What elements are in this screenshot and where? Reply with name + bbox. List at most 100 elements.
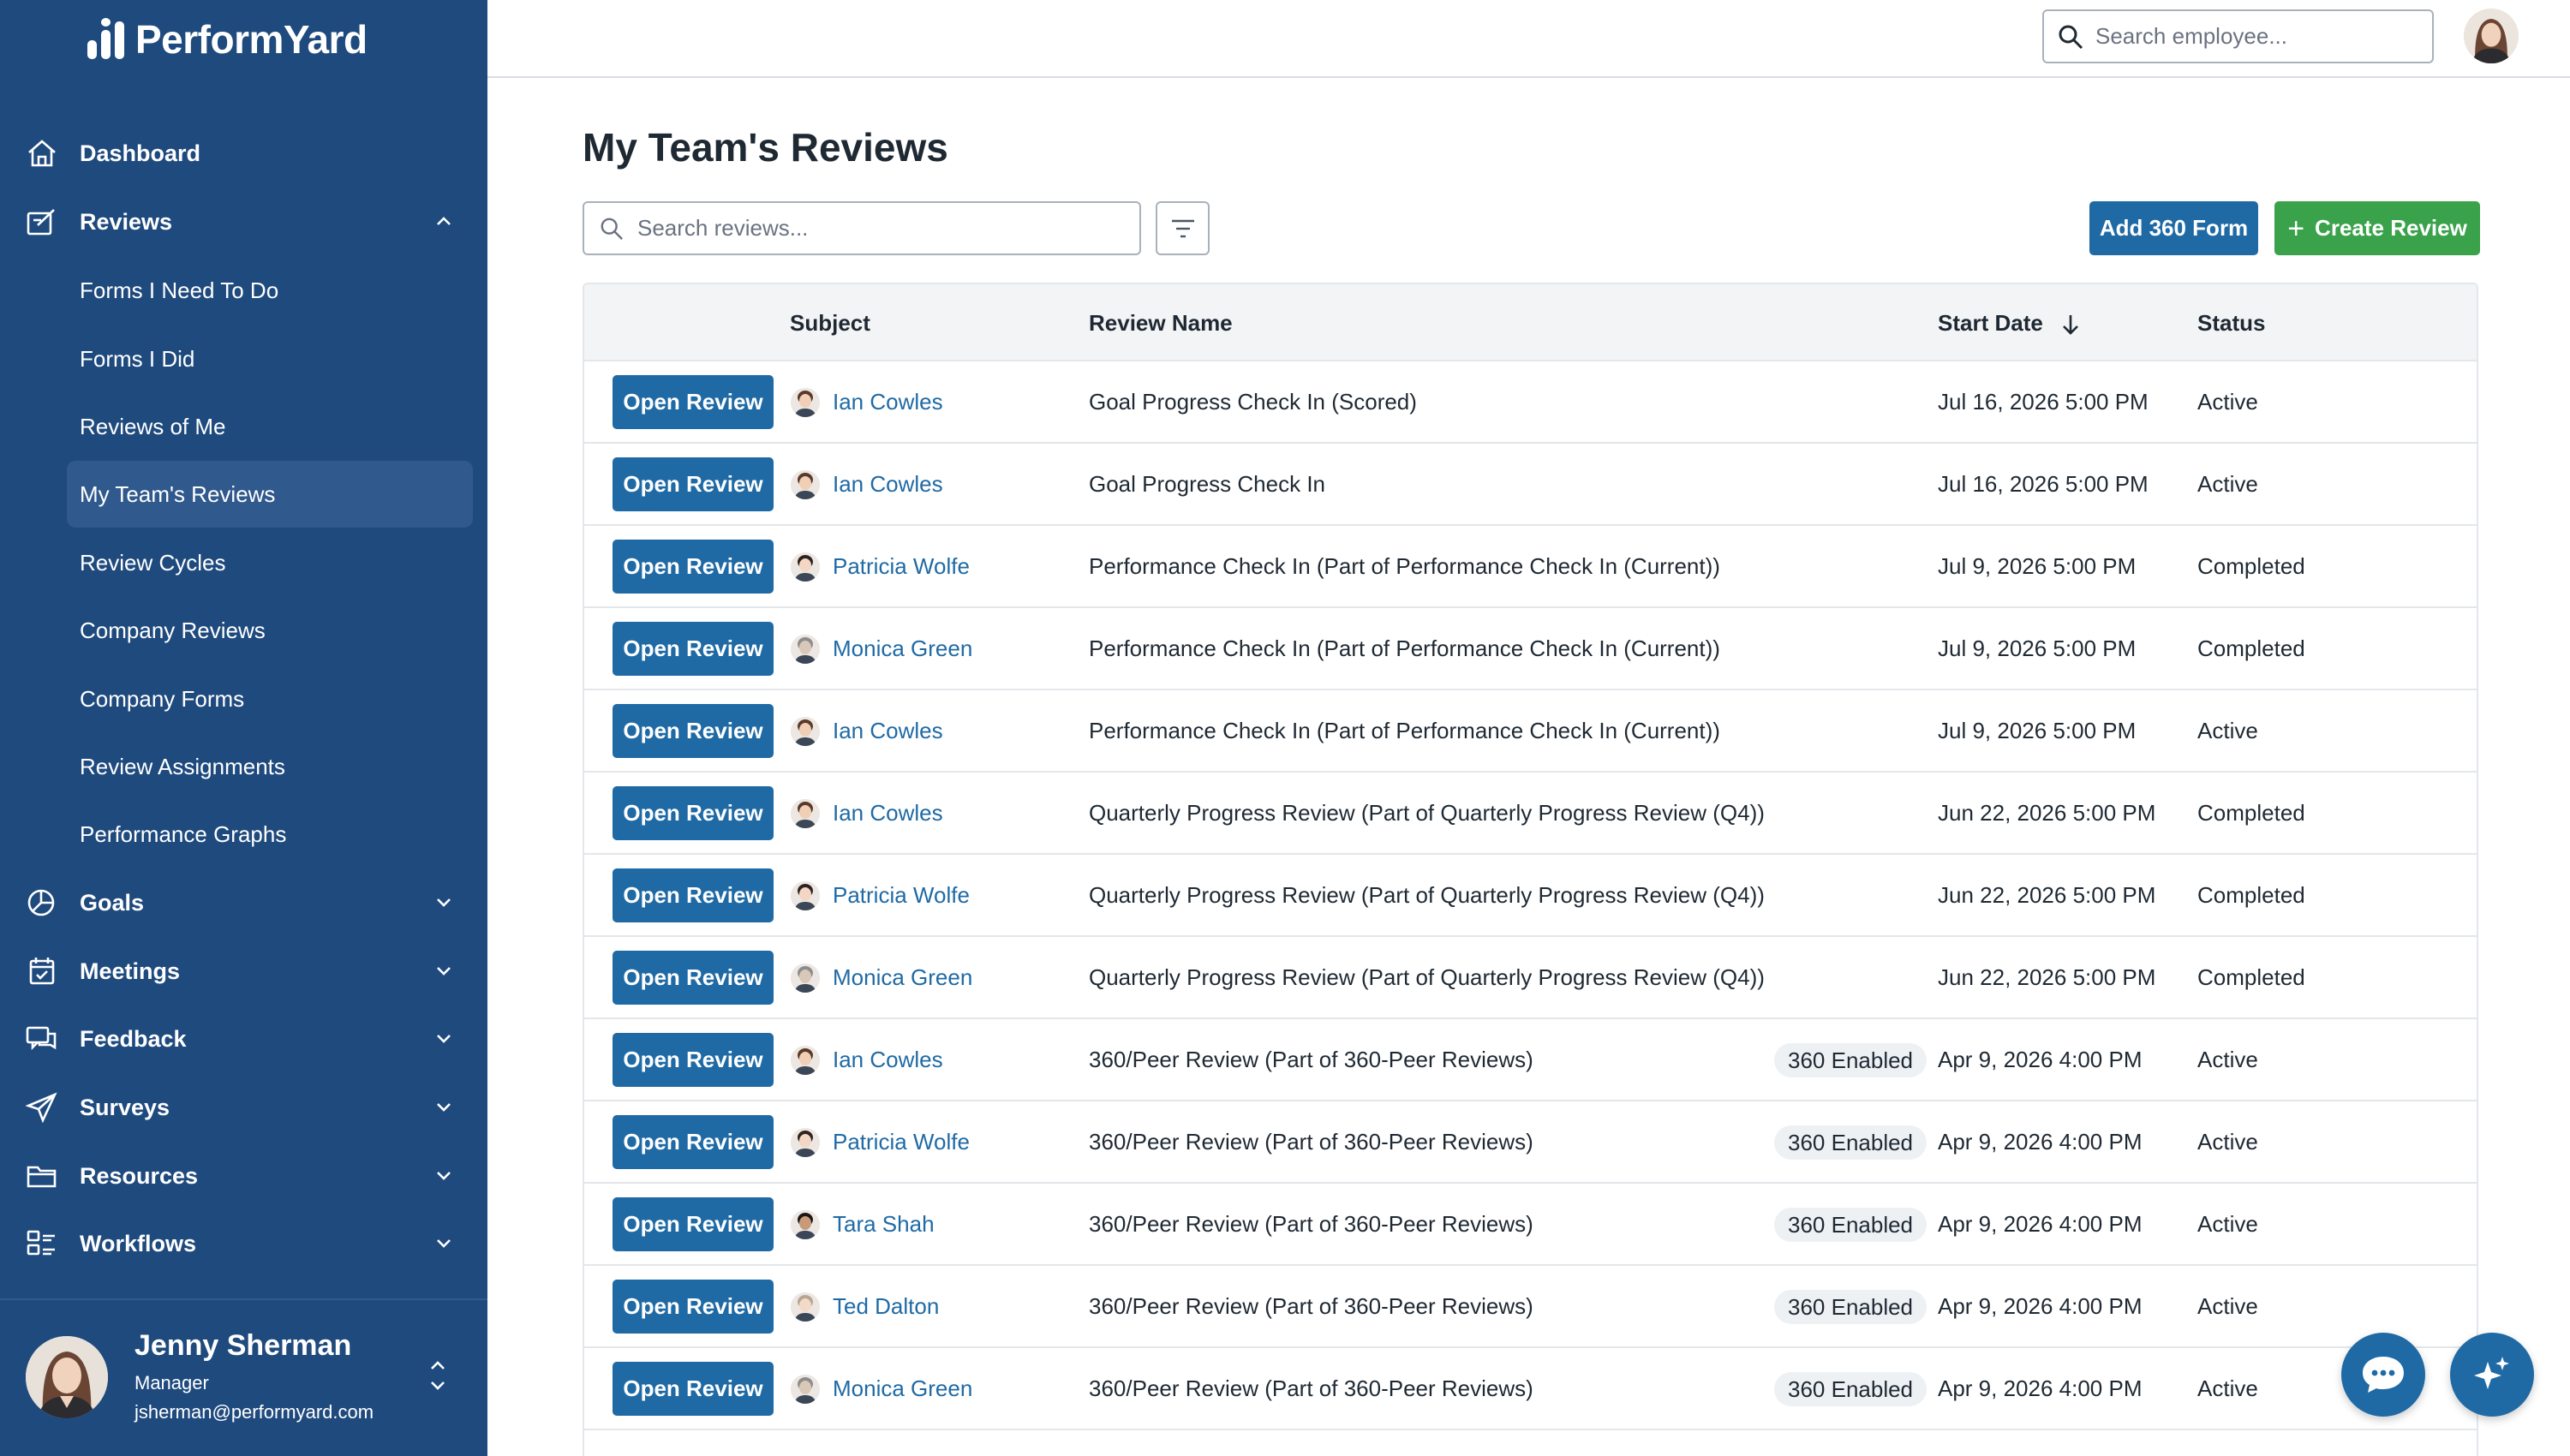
open-review-button[interactable]: Open Review xyxy=(613,1115,774,1169)
review-name: Goal Progress Check In (Scored) xyxy=(1089,389,1417,415)
open-review-button[interactable]: Open Review xyxy=(613,786,774,840)
nav-meetings[interactable]: Meetings xyxy=(0,937,487,1005)
chevron-down-icon[interactable] xyxy=(434,1233,453,1252)
nav-label: Feedback xyxy=(80,1025,187,1052)
nav-resources[interactable]: Resources xyxy=(0,1142,487,1210)
subject-link[interactable]: Ian Cowles xyxy=(833,718,943,744)
avatar[interactable] xyxy=(2464,9,2519,63)
subject-link[interactable]: Patricia Wolfe xyxy=(833,553,970,580)
search-icon xyxy=(601,218,623,240)
subject-link[interactable]: Patricia Wolfe xyxy=(833,1129,970,1155)
create-review-button[interactable]: + Create Review xyxy=(2274,201,2480,255)
open-review-button[interactable]: Open Review xyxy=(613,622,774,676)
nav-label: Resources xyxy=(80,1162,199,1189)
chevron-down-icon[interactable] xyxy=(434,1097,453,1116)
subject-avatar xyxy=(791,799,820,828)
employee-search[interactable] xyxy=(2042,9,2434,63)
review-name: Performance Check In (Part of Performanc… xyxy=(1089,636,1720,661)
subject-link[interactable]: Monica Green xyxy=(833,964,972,991)
review-name: Quarterly Progress Review (Part of Quart… xyxy=(1089,800,1765,826)
start-date: Apr 9, 2026 4:00 PM xyxy=(1938,1047,2143,1072)
subject-avatar xyxy=(791,1046,820,1075)
subject-link[interactable]: Ian Cowles xyxy=(833,800,943,826)
start-date: Jul 9, 2026 5:00 PM xyxy=(1938,553,2137,579)
subject-link[interactable]: Ted Dalton xyxy=(833,1293,939,1320)
sidebar-item-forms-i-did[interactable]: Forms I Did xyxy=(67,325,473,392)
review-name: Performance Check In (Part of Performanc… xyxy=(1089,553,1720,579)
plus-icon: + xyxy=(2287,212,2305,245)
open-review-button[interactable]: Open Review xyxy=(613,868,774,922)
chevron-down-icon[interactable] xyxy=(434,892,453,911)
subject-avatar xyxy=(791,1210,820,1239)
logo[interactable]: PerformYard xyxy=(84,14,368,65)
sidebar-item-review-assignments[interactable]: Review Assignments xyxy=(67,733,473,800)
status: Completed xyxy=(2197,964,2305,990)
nav-workflows[interactable]: Workflows xyxy=(0,1209,487,1278)
filter-icon xyxy=(1171,219,1194,237)
subject-link[interactable]: Patricia Wolfe xyxy=(833,882,970,909)
open-review-button[interactable]: Open Review xyxy=(613,951,774,1005)
open-review-button[interactable]: Open Review xyxy=(613,1033,774,1087)
sort-descending-icon[interactable] xyxy=(2061,313,2080,336)
sidebar-item-forms-i-need-to-do[interactable]: Forms I Need To Do xyxy=(67,257,473,324)
nav-label: Workflows xyxy=(80,1230,197,1256)
open-review-button[interactable]: Open Review xyxy=(613,1280,774,1334)
column-header-subject[interactable]: Subject xyxy=(790,310,870,337)
expand-collapse-icon[interactable] xyxy=(427,1350,449,1401)
open-review-button[interactable]: Open Review xyxy=(613,375,774,429)
user-profile[interactable]: Jenny Sherman Manager jsherman@performya… xyxy=(0,1298,487,1456)
open-review-button[interactable]: Open Review xyxy=(613,1197,774,1251)
chevron-up-icon[interactable] xyxy=(434,212,453,230)
nav-goals[interactable]: Goals xyxy=(0,868,487,937)
status: Active xyxy=(2197,1211,2258,1237)
column-header-review-name[interactable]: Review Name xyxy=(1089,310,1233,337)
table-row: Open Review Monica Green 360/Peer Review (… xyxy=(584,1348,2477,1430)
sidebar-item-review-cycles[interactable]: Review Cycles xyxy=(67,529,473,596)
top-bar xyxy=(487,0,2570,78)
sidebar-item-reviews-of-me[interactable]: Reviews of Me xyxy=(67,393,473,460)
column-header-status[interactable]: Status xyxy=(2197,310,2265,337)
logo-mark-icon xyxy=(84,18,128,61)
sidebar-item-my-teams-reviews[interactable]: My Team's Reviews xyxy=(67,461,473,528)
review-name: 360/Peer Review (Part of 360-Peer Review… xyxy=(1089,1293,1533,1319)
subject-link[interactable]: Monica Green xyxy=(833,636,972,662)
avatar[interactable] xyxy=(26,1336,108,1418)
chevron-down-icon[interactable] xyxy=(434,1166,453,1184)
review-search[interactable] xyxy=(583,201,1141,255)
review-search-input[interactable] xyxy=(637,215,1134,242)
subject-link[interactable]: Ian Cowles xyxy=(833,1047,943,1073)
status: Active xyxy=(2197,1375,2258,1401)
sidebar-item-performance-graphs[interactable]: Performance Graphs xyxy=(67,801,473,868)
open-review-button[interactable]: Open Review xyxy=(613,540,774,594)
subject-avatar xyxy=(791,881,820,910)
subject-link[interactable]: Tara Shah xyxy=(833,1211,935,1238)
sidebar-item-company-reviews[interactable]: Company Reviews xyxy=(67,597,473,664)
subject-link[interactable]: Ian Cowles xyxy=(833,471,943,498)
chevron-down-icon[interactable] xyxy=(434,961,453,980)
folder-icon xyxy=(27,1166,57,1188)
table-row: Open Review Ian Cowles Goal Progress Check… xyxy=(584,444,2477,526)
nav-reviews[interactable]: Reviews xyxy=(0,188,487,256)
chat-button[interactable] xyxy=(2341,1333,2425,1417)
subject-link[interactable]: Monica Green xyxy=(833,1375,972,1402)
nav-feedback[interactable]: Feedback xyxy=(0,1005,487,1073)
status: Active xyxy=(2197,1047,2258,1072)
chevron-down-icon[interactable] xyxy=(434,1029,453,1047)
column-header-start-date[interactable]: Start Date xyxy=(1938,310,2080,337)
nav-dashboard[interactable]: Dashboard xyxy=(0,119,487,188)
table-row: Open Review Ted Dalton 360/Peer Review (Pa… xyxy=(584,1266,2477,1348)
open-review-button[interactable]: Open Review xyxy=(613,1362,774,1416)
sidebar-item-company-forms[interactable]: Company Forms xyxy=(67,665,473,732)
ai-assistant-button[interactable] xyxy=(2450,1333,2534,1417)
user-name: Jenny Sherman xyxy=(134,1329,352,1362)
subject-avatar xyxy=(791,470,820,499)
open-review-button[interactable]: Open Review xyxy=(613,704,774,758)
nav-surveys[interactable]: Surveys xyxy=(0,1073,487,1142)
add-360-form-button[interactable]: Add 360 Form xyxy=(2089,201,2258,255)
status: Completed xyxy=(2197,636,2305,661)
filter-button[interactable] xyxy=(1156,201,1210,255)
subject-link[interactable]: Ian Cowles xyxy=(833,389,943,415)
subject-avatar xyxy=(791,1292,820,1322)
open-review-button[interactable]: Open Review xyxy=(613,457,774,511)
employee-search-input[interactable] xyxy=(2095,23,2421,50)
